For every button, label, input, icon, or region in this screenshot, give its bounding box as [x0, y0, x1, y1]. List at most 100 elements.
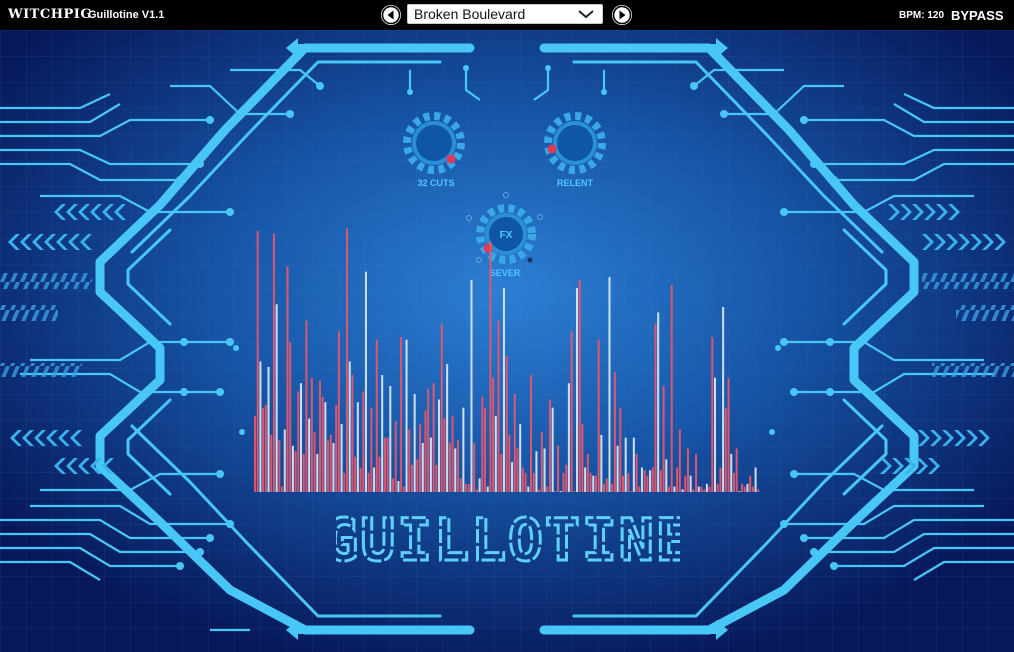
visualizer-bar — [622, 475, 625, 492]
visualizer-bar — [535, 451, 538, 492]
visualizer-bar — [429, 437, 432, 492]
visualizer-bar — [719, 467, 722, 492]
visualizer-bar — [681, 489, 684, 492]
visualizer-bar — [302, 453, 305, 492]
visualizer-bar — [389, 385, 392, 492]
visualizer-bar — [603, 483, 606, 492]
visualizer-bar — [630, 491, 633, 492]
visualizer-bar — [673, 486, 676, 492]
visualizer-bar — [381, 375, 384, 492]
visualizer-bar — [424, 410, 427, 492]
previous-preset-button[interactable] — [381, 5, 401, 25]
visualizer-bar — [524, 472, 527, 492]
visualizer-bar — [408, 429, 411, 492]
visualizer-bar — [678, 429, 681, 492]
guillotine-logo: GUILLOTINE — [336, 508, 680, 568]
visualizer-bar — [337, 331, 340, 492]
visualizer-bar — [532, 472, 535, 492]
visualizer-bar — [746, 483, 749, 492]
cuts-knob[interactable] — [403, 112, 465, 174]
top-bar: WITCHPIG Guillotine V1.1 Broken Boulevar… — [0, 0, 1014, 30]
visualizer-bar — [724, 407, 727, 492]
visualizer-bar — [686, 448, 689, 492]
visualizer-bar — [684, 475, 687, 492]
visualizer-bar — [708, 486, 711, 492]
visualizer-bar — [540, 432, 543, 492]
visualizer-bar — [543, 448, 546, 492]
visualizer-bar — [530, 375, 533, 492]
visualizer-bar — [392, 478, 395, 492]
visualizer-bar — [665, 459, 668, 492]
visualizer-bar — [286, 266, 289, 492]
arrow-right-icon — [612, 5, 632, 25]
visualizer-bar — [662, 385, 665, 492]
visualizer-bar — [475, 489, 478, 492]
visualizer-bar — [459, 478, 462, 492]
visualizer-bar — [291, 445, 294, 492]
visualizer-bar — [467, 483, 470, 492]
visualizer-bar — [592, 475, 595, 492]
gear-icon — [544, 112, 606, 174]
visualizer-bar — [502, 288, 505, 492]
visualizer-bar — [343, 472, 346, 492]
preset-selector[interactable]: Broken Boulevard — [407, 4, 603, 24]
visualizer-bar — [732, 472, 735, 492]
visualizer-bar — [362, 391, 365, 492]
visualizer-bar — [375, 339, 378, 492]
visualizer-bar — [743, 486, 746, 492]
visualizer-bar — [484, 407, 487, 492]
visualizer-bar — [492, 377, 495, 492]
visualizer-bar — [695, 453, 698, 492]
visualizer-bar — [632, 437, 635, 492]
visualizer-bar — [440, 323, 443, 492]
visualizer-bar — [716, 483, 719, 492]
visualizer-bar — [340, 424, 343, 492]
visualizer-bar — [321, 396, 324, 492]
visualizer-bar — [649, 470, 652, 492]
visualizer-bar — [654, 323, 657, 492]
visualizer-bar — [272, 233, 275, 492]
visualizer-bar — [513, 394, 516, 492]
visualizer-bar — [465, 483, 468, 492]
visualizer-bar — [527, 486, 530, 492]
relent-knob[interactable] — [544, 112, 606, 174]
visualizer-bar — [378, 456, 381, 492]
visualizer-bar — [640, 467, 643, 492]
visualizer-bar — [594, 475, 597, 492]
visualizer-bar — [508, 434, 511, 492]
visualizer-bar — [416, 459, 419, 492]
visualizer-bar — [751, 486, 754, 492]
arrow-left-icon — [381, 5, 401, 25]
logo-text: GUILLOTINE — [336, 508, 680, 568]
knob-indicator — [446, 154, 456, 164]
visualizer-bar — [405, 339, 408, 492]
visualizer-bar — [402, 486, 405, 492]
visualizer-bar — [294, 451, 297, 492]
bypass-button[interactable]: BYPASS — [951, 8, 1004, 23]
visualizer-bar — [635, 453, 638, 492]
visualizer-bar — [605, 478, 608, 492]
visualizer-bar — [275, 304, 278, 492]
visualizer-bar — [262, 407, 265, 492]
visualizer-bar — [300, 383, 303, 492]
cuts-label: 32 CUTS — [417, 178, 455, 188]
visualizer-bar — [659, 470, 662, 492]
next-preset-button[interactable] — [612, 5, 632, 25]
visualizer-bar — [456, 440, 459, 492]
visualizer-bar — [356, 402, 359, 492]
visualizer-bar — [427, 388, 430, 492]
visualizer-bar — [432, 383, 435, 492]
visualizer-bar — [697, 486, 700, 492]
visualizer-bar — [624, 437, 627, 492]
visualizer-bar — [692, 489, 695, 492]
relent-label: RELENT — [557, 178, 593, 188]
visualizer-bar — [511, 462, 514, 492]
visualizer-bar — [308, 418, 311, 492]
visualizer-bar — [370, 407, 373, 492]
visualizer-bar — [283, 429, 286, 492]
visualizer-bar — [359, 467, 362, 492]
visualizer-bar — [329, 434, 332, 492]
visualizer-bar — [646, 475, 649, 492]
visualizer-bar — [567, 383, 570, 492]
visualizer-bar — [313, 432, 316, 492]
